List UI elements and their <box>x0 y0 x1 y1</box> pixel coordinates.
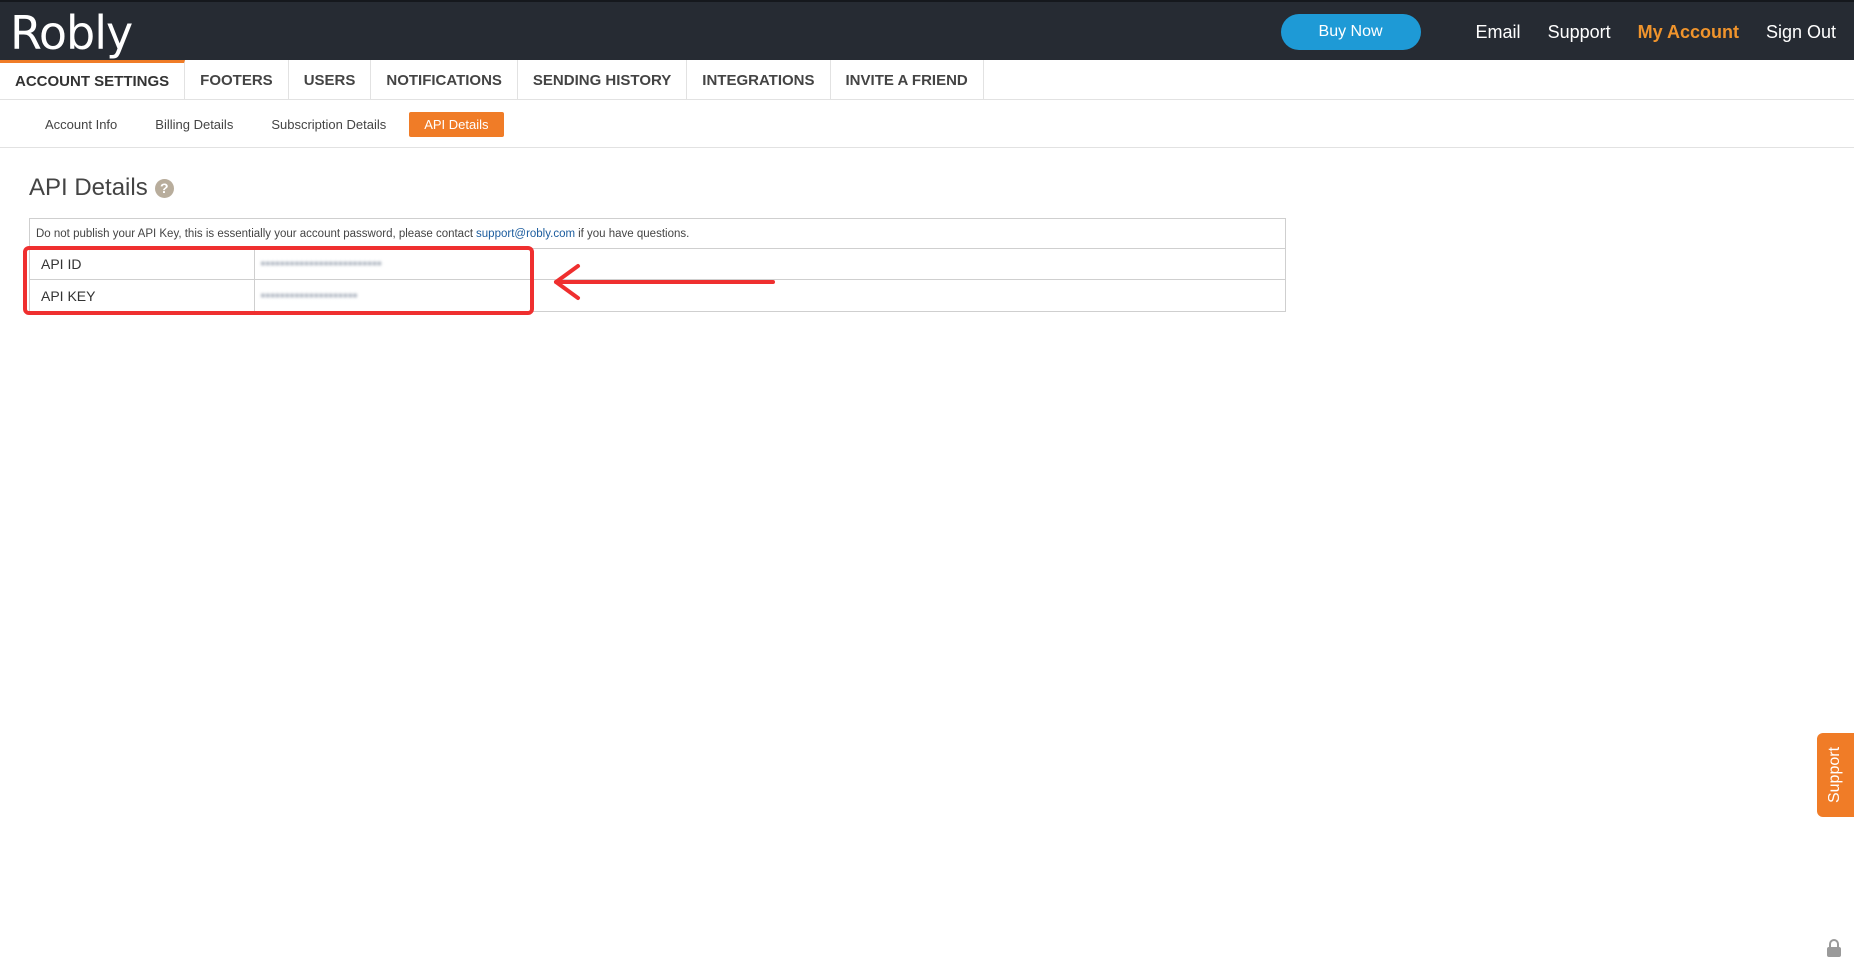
buy-now-button[interactable]: Buy Now <box>1280 14 1421 50</box>
tab-integrations[interactable]: INTEGRATIONS <box>687 60 831 100</box>
tab-footers[interactable]: FOOTERS <box>185 60 289 100</box>
tab-invite-a-friend[interactable]: INVITE A FRIEND <box>831 60 984 100</box>
help-icon[interactable]: ? <box>154 178 174 198</box>
top-nav: Buy Now Email Support My Account Sign Ou… <box>1280 14 1836 50</box>
notice-text-before: Do not publish your API Key, this is ess… <box>36 227 474 240</box>
page-title: API Details ? <box>29 174 174 202</box>
tab-notifications[interactable]: NOTIFICATIONS <box>371 60 518 100</box>
subtab-subscription-details[interactable]: Subscription Details <box>256 112 401 137</box>
tab-account-settings[interactable]: ACCOUNT SETTINGS <box>0 60 186 100</box>
support-side-tab-label: Support <box>1826 746 1844 804</box>
account-tabs: ACCOUNT SETTINGS FOOTERS USERS NOTIFICAT… <box>0 60 1854 100</box>
arrow-left-icon <box>554 264 775 300</box>
annotation-highlight-box <box>23 246 534 315</box>
support-email-link[interactable]: support@robly.com <box>476 228 575 240</box>
subtab-account-info[interactable]: Account Info <box>30 112 132 137</box>
tab-users[interactable]: USERS <box>289 60 372 100</box>
nav-email-link[interactable]: Email <box>1476 22 1521 43</box>
nav-sign-out-link[interactable]: Sign Out <box>1766 22 1836 43</box>
top-navbar: Robly Buy Now Email Support My Account S… <box>0 0 1854 60</box>
lock-icon <box>1827 939 1841 957</box>
tab-sending-history[interactable]: SENDING HISTORY <box>518 60 688 100</box>
notice-text-after: if you have questions. <box>578 227 690 240</box>
logo-text: Robly <box>10 6 133 60</box>
robly-logo[interactable]: Robly <box>10 6 133 60</box>
nav-support-link[interactable]: Support <box>1548 22 1611 43</box>
api-notice: Do not publish your API Key, this is ess… <box>30 219 1285 249</box>
subtab-billing-details[interactable]: Billing Details <box>140 112 248 137</box>
page-title-text: API Details <box>29 174 148 201</box>
subtab-api-details[interactable]: API Details <box>409 111 504 137</box>
settings-subtabs: Account Info Billing Details Subscriptio… <box>0 101 1854 148</box>
nav-my-account-link[interactable]: My Account <box>1638 22 1739 43</box>
support-side-tab[interactable]: Support <box>1817 733 1854 817</box>
